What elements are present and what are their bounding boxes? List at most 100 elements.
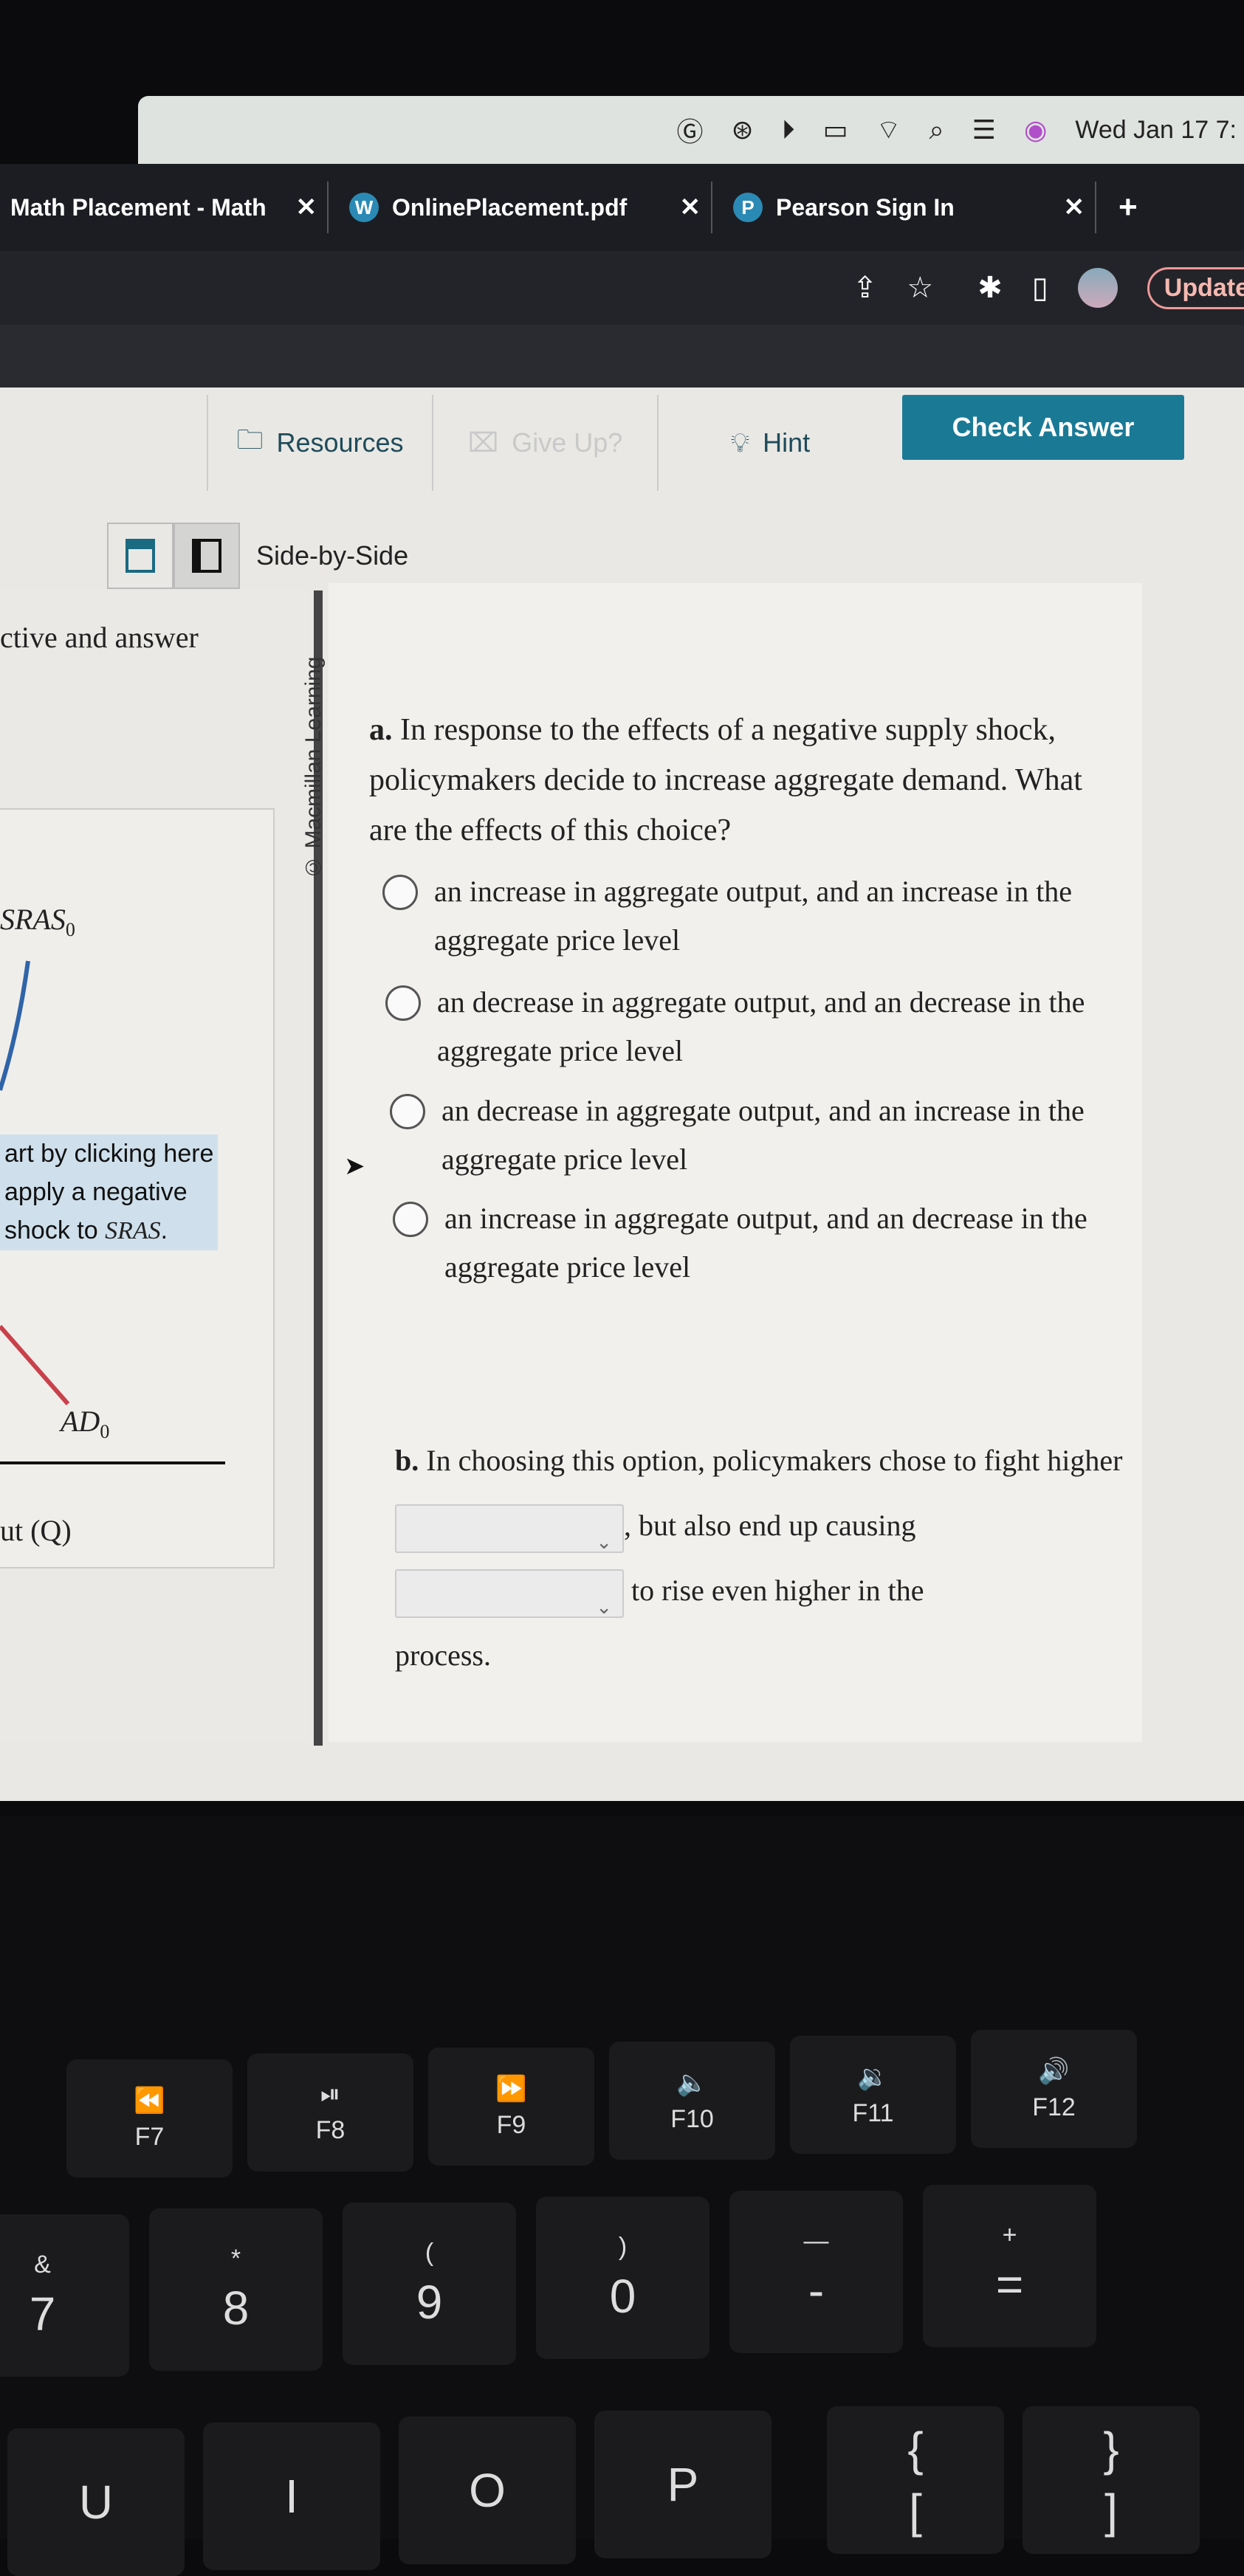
tab-label: Pearson Sign In <box>776 193 955 221</box>
key-number[interactable]: ) 0 <box>536 2197 709 2359</box>
key-label: O <box>469 2464 506 2517</box>
side-by-side-view-button[interactable] <box>173 523 240 589</box>
graph-panel-title: ctive and answer <box>0 621 199 654</box>
key-number[interactable]: (9 <box>343 2203 516 2365</box>
key-label: = <box>995 2257 1024 2311</box>
key-number[interactable]: * 8 <box>149 2208 323 2371</box>
key-f9[interactable]: ⏩ F9 <box>428 2048 594 2166</box>
control-center-icon[interactable]: ☰ <box>972 114 996 145</box>
key-f7[interactable]: ⏪ F7 <box>66 2059 233 2177</box>
tab-pearson-sign-in[interactable]: P Pearson Sign In ✕ <box>712 182 1096 233</box>
close-icon[interactable]: ✕ <box>680 193 701 222</box>
mouse-cursor-icon: ➤ <box>344 1152 365 1180</box>
resources-button[interactable]: 🗀 Resources <box>207 395 432 491</box>
key-shift-label: * <box>230 2244 241 2273</box>
option-label: an decrease in aggregate output, and an … <box>441 1094 1085 1176</box>
creative-cloud-icon[interactable]: ⊛ <box>731 114 753 145</box>
key-bracket[interactable]: }] <box>1023 2406 1200 2554</box>
close-icon[interactable]: ✕ <box>1064 193 1085 222</box>
share-icon[interactable]: ⇪ <box>853 271 878 305</box>
profile-avatar[interactable] <box>1077 268 1118 308</box>
dropdown-1[interactable] <box>395 1504 624 1575</box>
key-f11[interactable]: 🔉 F11 <box>790 2036 956 2154</box>
key-label: 9 <box>416 2275 443 2329</box>
folder-icon: 🗀 <box>236 424 264 455</box>
radio-button[interactable] <box>382 875 418 910</box>
key-letter[interactable]: O <box>399 2417 576 2564</box>
graph-area[interactable]: SRAS0 art by clicking here apply a negat… <box>0 808 275 1568</box>
answer-option[interactable]: an increase in aggregate output, and an … <box>382 867 1091 965</box>
question-a-label: a. <box>369 713 393 747</box>
answer-option[interactable]: an decrease in aggregate output, and an … <box>390 1086 1099 1184</box>
sras-curve[interactable] <box>0 960 30 1091</box>
key-label: U <box>78 2476 114 2529</box>
tab-math-placement[interactable]: Math Placement - Math ✕ <box>0 182 329 233</box>
question-a-text: In response to the effects of a negative… <box>369 713 1082 847</box>
key-label: I <box>285 2470 298 2523</box>
siri-icon[interactable]: ◉ <box>1024 114 1047 145</box>
key-label: 0 <box>609 2269 636 2323</box>
question-b: b. In choosing this option, policymakers… <box>395 1428 1133 1688</box>
key-number[interactable]: + = <box>923 2185 1096 2347</box>
key-label: - <box>808 2263 825 2317</box>
hint-button[interactable]: 💡︎ Hint <box>657 395 882 491</box>
key-number[interactable]: — - <box>729 2191 903 2353</box>
grammarly-icon[interactable]: Ⓖ <box>676 111 703 149</box>
give-up-button[interactable]: ⌧ Give Up? <box>432 395 657 491</box>
new-tab-icon[interactable]: + <box>1118 189 1138 226</box>
side-by-side-icon <box>192 539 221 573</box>
key-bracket[interactable]: {[ <box>827 2406 1004 2554</box>
update-button[interactable]: Update <box>1147 266 1244 309</box>
wifi-icon[interactable]: ⌔ <box>876 114 901 147</box>
question-b-text: , but also end up causing <box>624 1509 916 1542</box>
menubar-clock[interactable]: Wed Jan 17 7: <box>1075 116 1237 145</box>
browser-tab-bar: Math Placement - Math ✕ W OnlinePlacement… <box>0 164 1244 251</box>
radio-button[interactable] <box>390 1094 425 1129</box>
play-icon[interactable]: ⏵ <box>782 114 795 146</box>
key-shift-label: { <box>907 2422 924 2476</box>
radio-button[interactable] <box>393 1202 428 1237</box>
play-pause-icon: ⏯ <box>320 2080 341 2108</box>
check-answer-button[interactable]: Check Answer <box>902 395 1184 460</box>
key-f10[interactable]: 🔈 F10 <box>609 2042 775 2160</box>
volume-down-icon: 🔉 <box>857 2062 889 2091</box>
give-up-icon: ⌧ <box>467 427 499 458</box>
bookmark-star-icon[interactable]: ☆ <box>907 271 933 305</box>
sidebar-icon[interactable]: ▯ <box>1032 271 1048 305</box>
hint-label: Hint <box>763 427 811 458</box>
stacked-view-button[interactable] <box>107 523 173 589</box>
stacked-view-icon <box>126 539 155 573</box>
fast-forward-icon: ⏩ <box>495 2074 527 2103</box>
mute-icon: 🔈 <box>676 2068 708 2097</box>
radio-button[interactable] <box>385 985 421 1021</box>
close-icon[interactable]: ✕ <box>296 193 317 222</box>
x-axis-label: ut (Q) <box>0 1514 72 1547</box>
ad-curve[interactable] <box>0 1325 70 1405</box>
question-b-text: In choosing this option, policymakers ch… <box>426 1444 1123 1477</box>
key-f12[interactable]: 🔊 F12 <box>971 2030 1137 2148</box>
answer-option[interactable]: an increase in aggregate output, and an … <box>393 1194 1102 1292</box>
view-label: Side-by-Side <box>256 540 409 571</box>
key-letter[interactable]: P <box>594 2411 772 2558</box>
key-shift-label: + <box>1002 2220 1017 2249</box>
extensions-icon[interactable]: ✱ <box>977 271 1003 305</box>
battery-icon[interactable]: ▭ <box>823 114 848 145</box>
key-label: P <box>667 2458 699 2511</box>
search-icon[interactable]: ⌕ <box>929 114 944 146</box>
rewind-icon: ⏪ <box>134 2086 165 2115</box>
ad-label: AD0 <box>61 1405 110 1442</box>
key-label: [ <box>909 2484 922 2538</box>
question-actions: 🗀 Resources ⌧ Give Up? 💡︎ Hint <box>207 395 882 491</box>
key-letter[interactable]: I <box>203 2422 380 2570</box>
answer-option[interactable]: an decrease in aggregate output, and an … <box>385 978 1094 1075</box>
key-label: F11 <box>852 2098 894 2127</box>
key-number[interactable]: & 7 <box>0 2214 129 2377</box>
tab-online-placement[interactable]: W OnlinePlacement.pdf ✕ <box>329 182 712 233</box>
key-letter[interactable]: U <box>7 2428 185 2576</box>
give-up-label: Give Up? <box>512 427 623 458</box>
tab-label: OnlinePlacement.pdf <box>392 193 628 221</box>
key-f8[interactable]: ⏯ F8 <box>247 2053 413 2172</box>
key-shift-label: } <box>1103 2422 1119 2476</box>
dropdown-2[interactable] <box>395 1568 624 1640</box>
shock-instruction[interactable]: art by clicking here apply a negative sh… <box>0 1134 219 1250</box>
